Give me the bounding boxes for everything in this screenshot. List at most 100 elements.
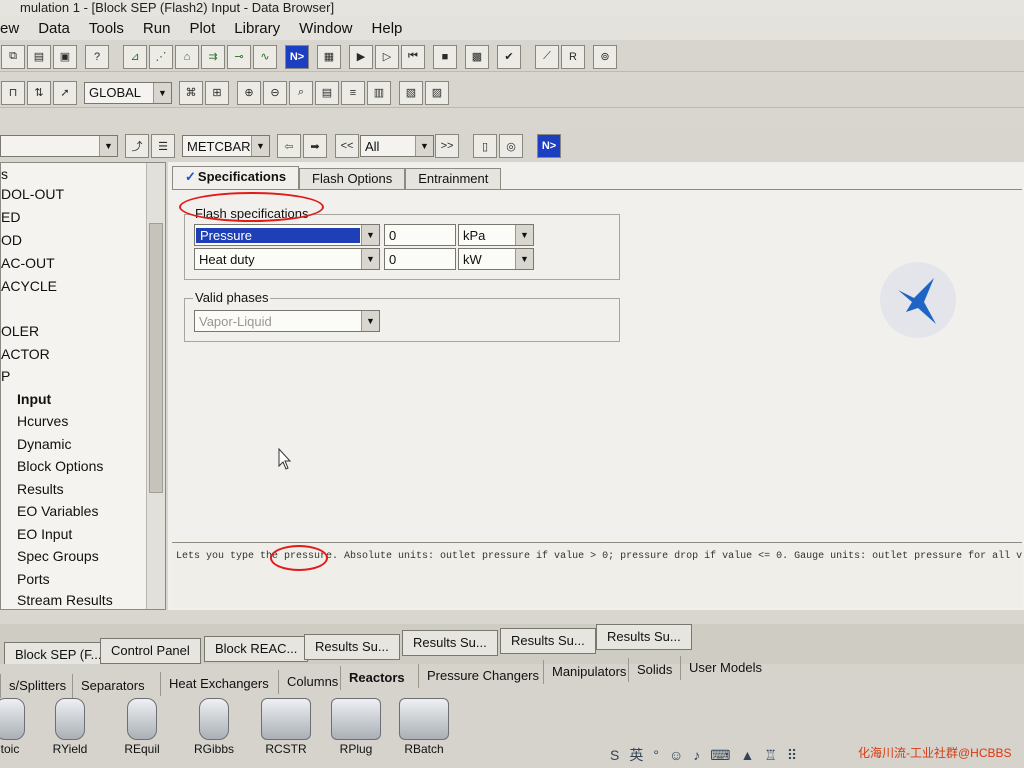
plot-icon[interactable]: ⊿ (123, 44, 147, 69)
tree-item[interactable]: Spec Groups (17, 545, 99, 567)
window-tab[interactable]: Results Su... (500, 628, 596, 654)
window-tab[interactable]: Control Panel (100, 638, 201, 664)
menu-run[interactable]: Run (143, 20, 171, 37)
palette-b-icon[interactable]: ▨ (425, 80, 449, 105)
plot-wizard-icon[interactable]: ⟋ (535, 44, 559, 69)
spec1-unit-select[interactable]: kPa ▼ (458, 224, 534, 246)
tree-scrollbar[interactable] (146, 163, 165, 609)
valid-phases-select[interactable]: Vapor-Liquid ▼ (194, 310, 380, 332)
align-icon[interactable]: ⊓ (1, 80, 25, 105)
notes-icon[interactable]: ▯ (473, 134, 497, 158)
chevron-down-icon[interactable]: ▼ (99, 136, 117, 156)
palette-tab[interactable]: s/Splitters (0, 674, 74, 698)
back-arrow-icon[interactable]: ⇦ (277, 134, 301, 158)
zoom-out-icon[interactable]: ⊖ (263, 80, 287, 105)
paste-icon[interactable]: ▤ (27, 44, 51, 69)
tree-item[interactable]: ACTOR (1, 343, 50, 365)
flowsheet-icon[interactable]: ⋰ (149, 44, 173, 69)
chevron-down-icon[interactable]: ▼ (361, 249, 379, 269)
tree-item[interactable]: P (1, 365, 10, 387)
next-icon[interactable]: N> (285, 44, 309, 69)
spec2-unit-select[interactable]: kW ▼ (458, 248, 534, 270)
check-results-icon[interactable]: ✔ (497, 44, 521, 69)
tree-item[interactable]: s (1, 163, 8, 185)
palette-tab[interactable]: Manipulators (543, 660, 634, 684)
grid-icon[interactable]: ▤ (315, 80, 339, 105)
tab-specifications[interactable]: ✓ Specifications (172, 166, 300, 190)
shirt-icon[interactable]: ♖ (764, 747, 777, 764)
tree-item-input[interactable]: Input (17, 388, 51, 410)
tree-item[interactable]: DOL-OUT (1, 183, 64, 205)
previous-button[interactable]: << (335, 134, 359, 158)
next-page-button[interactable]: >> (435, 134, 459, 158)
save-icon[interactable]: ▣ (53, 44, 77, 69)
status-icon[interactable]: ◎ (499, 134, 523, 158)
filter-select[interactable]: All ▼ (360, 135, 434, 157)
help-icon[interactable]: ? (85, 44, 109, 69)
control-panel-icon[interactable]: ▦ (317, 44, 341, 69)
wave-icon[interactable]: ∿ (253, 44, 277, 69)
menu-library[interactable]: Library (234, 20, 280, 37)
heater-icon[interactable]: ⊸ (227, 44, 251, 69)
scrollbar-thumb[interactable] (149, 223, 163, 493)
rotate-icon[interactable]: ⇅ (27, 80, 51, 105)
tree-item[interactable]: Ports (17, 568, 50, 590)
menu-view[interactable]: ew (0, 20, 19, 37)
menu-data[interactable]: Data (38, 20, 70, 37)
folder-select[interactable]: ▼ (0, 135, 118, 157)
spec1-value-input[interactable]: 0 (384, 224, 456, 246)
stop-icon[interactable]: ■ (433, 44, 457, 69)
model-icon[interactable]: ⌂ (175, 44, 199, 69)
window-tab[interactable]: Results Su... (304, 634, 400, 660)
tab-flash-options[interactable]: Flash Options (299, 168, 406, 190)
tree-item[interactable]: OLER (1, 320, 39, 342)
copy-icon[interactable]: ⧉ (1, 44, 25, 69)
palette-tab[interactable]: Heat Exchangers (160, 672, 277, 696)
model-item[interactable]: RPlug (324, 698, 388, 756)
tree-item[interactable]: AC-OUT (1, 252, 55, 274)
activation-icon[interactable]: ⊚ (593, 44, 617, 69)
tree-item[interactable]: Block Options (17, 455, 103, 477)
tree-item[interactable]: ACYCLE (1, 275, 57, 297)
palette-tab[interactable]: Separators (72, 674, 153, 698)
model-item[interactable]: REquil (110, 698, 174, 756)
tree-item[interactable]: OD (1, 229, 22, 251)
ime-language[interactable]: 英 (629, 745, 643, 765)
tree-item[interactable]: EO Input (17, 523, 72, 545)
window-tab[interactable]: Results Su... (402, 630, 498, 656)
emoji-icon[interactable]: ☺ (669, 747, 683, 763)
units-select[interactable]: METCBAR ▼ (182, 135, 270, 157)
window-tab[interactable]: Block REAC... (204, 636, 309, 662)
run-icon[interactable]: ▶ (349, 44, 373, 69)
sogou-icon[interactable]: S (610, 747, 619, 763)
mixer-icon[interactable]: ⇉ (201, 44, 225, 69)
chevron-down-icon[interactable]: ▼ (361, 225, 379, 245)
chevron-down-icon[interactable]: ▼ (515, 249, 533, 269)
stream-icon[interactable]: ⌘ (179, 80, 203, 105)
palette-tab[interactable]: Pressure Changers (418, 664, 547, 688)
tree-toggle-icon[interactable]: ☰ (151, 134, 175, 158)
tree-item[interactable]: Dynamic (17, 433, 71, 455)
tree-item[interactable]: Results (17, 478, 64, 500)
spec2-select[interactable]: Heat duty ▼ (194, 248, 380, 270)
step-icon[interactable]: ▷ (375, 44, 399, 69)
start-icon[interactable]: ⏮ (401, 44, 425, 69)
chevron-down-icon[interactable]: ▼ (251, 136, 269, 156)
tree-item[interactable]: Hcurves (17, 410, 68, 432)
menu-tools[interactable]: Tools (89, 20, 124, 37)
tab-entrainment[interactable]: Entrainment (405, 168, 502, 190)
menu-help[interactable]: Help (372, 20, 403, 37)
palette-tab-reactors[interactable]: Reactors (340, 666, 413, 690)
report-icon[interactable]: R (561, 44, 585, 69)
chevron-down-icon[interactable]: ▼ (361, 311, 379, 331)
palette-tab[interactable]: Columns (278, 670, 346, 694)
spec2-value-input[interactable]: 0 (384, 248, 456, 270)
chevron-down-icon[interactable]: ▼ (515, 225, 533, 245)
scope-select[interactable]: GLOBAL ▼ (84, 81, 172, 104)
next-required-button[interactable]: N> (537, 134, 561, 158)
up-folder-icon[interactable]: ⤴ (125, 134, 149, 158)
skin-icon[interactable]: ▲ (740, 747, 754, 763)
chevron-down-icon[interactable]: ▼ (153, 82, 171, 103)
grid-menu-icon[interactable]: ⠿ (787, 747, 797, 764)
keyboard-icon[interactable]: ⌨ (710, 747, 730, 764)
